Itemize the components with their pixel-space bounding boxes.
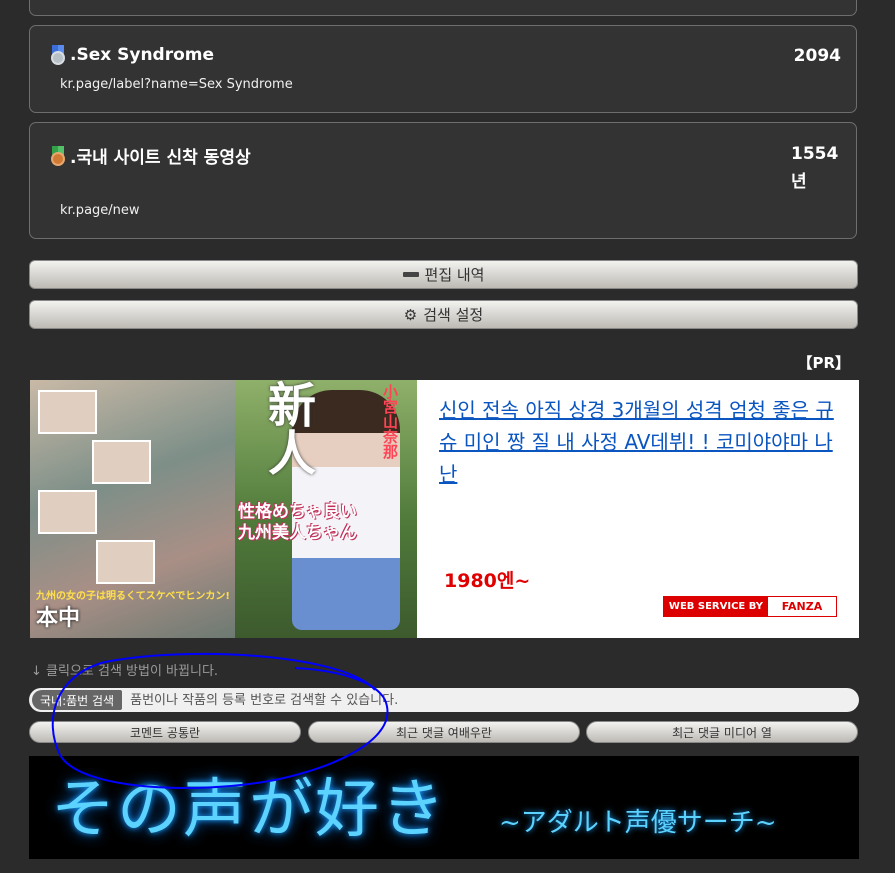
search-hint: ↓ 클릭으로 검색 방법이 바뀝니다. xyxy=(31,664,219,679)
silver-medal-icon xyxy=(48,45,68,65)
edit-history-button[interactable]: 편집 내역 xyxy=(29,260,858,289)
search-bar: 국내:품번 검색 xyxy=(29,688,859,712)
search-settings-label: 검색 설정 xyxy=(423,306,484,324)
comment-common-button[interactable]: 코멘트 공통란 xyxy=(29,721,301,743)
cover-promo-text: 性格めちゃ良い 九州美人ちゃん xyxy=(238,502,357,543)
pr-label: 【PR】 xyxy=(797,354,850,372)
fanza-service-logo[interactable]: WEB SERVICE BY FANZA xyxy=(663,596,837,617)
cover-big-text: 新人 xyxy=(259,380,315,476)
search-input[interactable] xyxy=(122,691,859,709)
ranking-title-text: .국내 사이트 신착 동영상 xyxy=(70,148,251,168)
ad-price: 1980엔~ xyxy=(444,570,531,592)
service-label: WEB SERVICE BY xyxy=(664,597,768,616)
ad-banner[interactable]: 新人 小宮山奈那 性格めちゃ良い 九州美人ちゃん 九州の女の子は明るくてスケベで… xyxy=(30,380,859,638)
ranking-title-text: .Sex Syndrome xyxy=(70,45,215,65)
ranking-url: kr.page/label?name=Sex Syndrome xyxy=(60,77,293,92)
banner-sub-text: ~アダルト声優サーチ~ xyxy=(499,808,777,838)
recent-comment-media-button[interactable]: 최근 댓글 미디어 열 xyxy=(586,721,858,743)
ranking-card[interactable]: .국내 사이트 신착 동영상 1554 년 kr.page/new xyxy=(29,122,857,239)
ranking-card-previous[interactable] xyxy=(29,0,857,16)
ad-title-link[interactable]: 신인 전속 아직 상경 3개월의 성격 엄청 좋은 규슈 미인 짱 질 내 사정… xyxy=(439,394,835,490)
ad-cover-image[interactable]: 新人 小宮山奈那 性格めちゃ良い 九州美人ちゃん 九州の女の子は明るくてスケベで… xyxy=(30,380,417,638)
gear-icon: ⚙ xyxy=(403,305,418,324)
ranking-url: kr.page/new xyxy=(60,203,140,218)
search-mode-button[interactable]: 국내:품번 검색 xyxy=(32,690,123,710)
ranking-card[interactable]: .Sex Syndrome 2094 kr.page/label?name=Se… xyxy=(29,25,857,113)
service-brand: FANZA xyxy=(768,597,836,616)
ranking-count: 2094 xyxy=(793,46,841,66)
banner-main-text: その声が好き xyxy=(51,773,447,847)
recent-comment-actress-button[interactable]: 최근 댓글 여배우란 xyxy=(308,721,580,743)
ranking-title[interactable]: .국내 사이트 신착 동영상 xyxy=(48,143,251,168)
cover-logo: 本中 xyxy=(36,606,81,631)
voice-search-banner[interactable]: その声が好き ~アダルト声優サーチ~ xyxy=(29,756,859,859)
pencil-icon xyxy=(402,272,419,277)
bronze-medal-icon xyxy=(48,145,68,166)
search-settings-button[interactable]: ⚙ 검색 설정 xyxy=(29,300,858,329)
cover-name-text: 小宮山奈那 xyxy=(381,384,399,459)
edit-history-label: 편집 내역 xyxy=(424,266,485,284)
ranking-count: 1554 년 xyxy=(791,144,839,192)
ranking-title[interactable]: .Sex Syndrome xyxy=(48,45,214,65)
